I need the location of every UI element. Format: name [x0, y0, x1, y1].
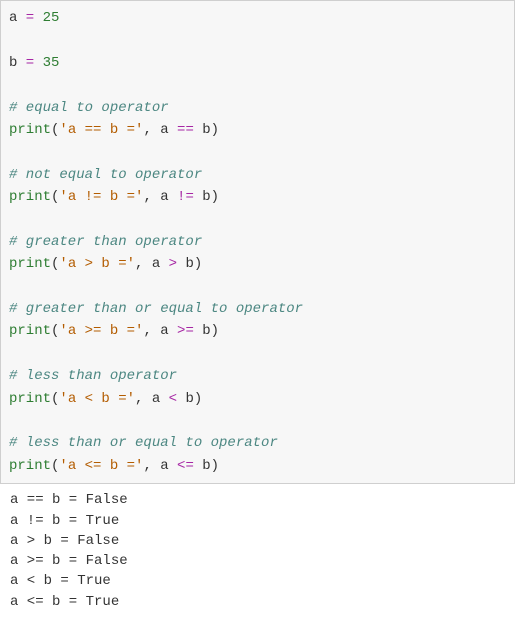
- code-token: b): [194, 458, 219, 474]
- code-token: 'a <= b =': [59, 458, 143, 474]
- output-line: a > b = False: [10, 533, 119, 549]
- output-line: a >= b = False: [10, 553, 128, 569]
- code-token: b): [194, 323, 219, 339]
- code-token: b): [177, 391, 202, 407]
- code-comment: # not equal to operator: [9, 167, 202, 183]
- code-token: print: [9, 458, 51, 474]
- code-token: print: [9, 256, 51, 272]
- code-token: =: [17, 10, 42, 26]
- code-comment: # less than or equal to operator: [9, 435, 278, 451]
- output-line: a == b = False: [10, 492, 128, 508]
- code-token: !=: [177, 189, 194, 205]
- code-token: b): [177, 256, 202, 272]
- code-token: 'a != b =': [59, 189, 143, 205]
- code-token: <: [169, 391, 177, 407]
- code-token: , a: [135, 256, 169, 272]
- code-token: , a: [143, 189, 177, 205]
- code-token: 35: [43, 55, 60, 71]
- code-token: >=: [177, 323, 194, 339]
- code-token: 'a < b =': [59, 391, 135, 407]
- code-token: print: [9, 323, 51, 339]
- output-block: a == b = False a != b = True a > b = Fal…: [0, 484, 515, 618]
- code-token: print: [9, 391, 51, 407]
- code-token: ==: [177, 122, 194, 138]
- code-token: 'a == b =': [59, 122, 143, 138]
- code-token: 'a > b =': [59, 256, 135, 272]
- code-token: 25: [43, 10, 60, 26]
- code-comment: # greater than operator: [9, 234, 202, 250]
- code-token: 'a >= b =': [59, 323, 143, 339]
- code-token: , a: [143, 122, 177, 138]
- code-block: a = 25 b = 35 # equal to operator print(…: [0, 0, 515, 484]
- output-line: a != b = True: [10, 513, 119, 529]
- code-comment: # greater than or equal to operator: [9, 301, 303, 317]
- code-token: b): [194, 122, 219, 138]
- output-line: a <= b = True: [10, 594, 119, 610]
- code-token: , a: [143, 323, 177, 339]
- code-comment: # less than operator: [9, 368, 177, 384]
- code-token: =: [17, 55, 42, 71]
- code-token: >: [169, 256, 177, 272]
- code-token: print: [9, 189, 51, 205]
- code-token: , a: [135, 391, 169, 407]
- code-comment: # equal to operator: [9, 100, 169, 116]
- code-token: b): [194, 189, 219, 205]
- code-token: <=: [177, 458, 194, 474]
- code-token: print: [9, 122, 51, 138]
- code-token: , a: [143, 458, 177, 474]
- output-line: a < b = True: [10, 573, 111, 589]
